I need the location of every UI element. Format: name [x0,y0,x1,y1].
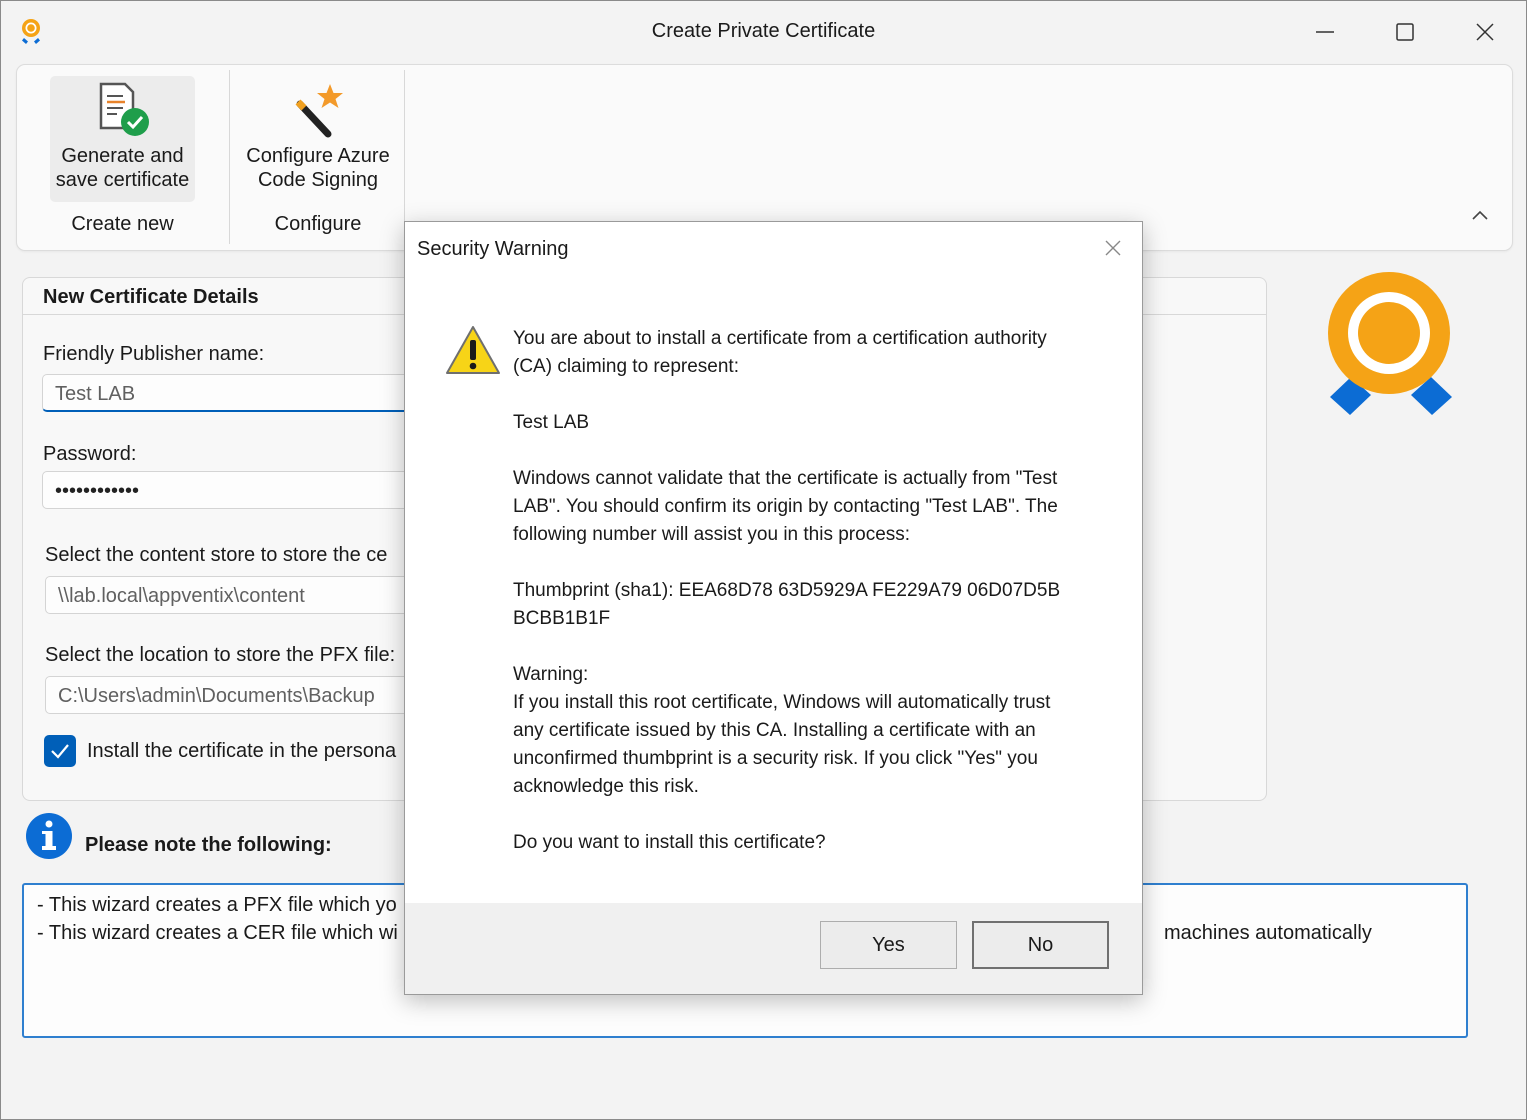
install-certificate-checkbox[interactable] [44,735,76,767]
certificate-award-icon [1328,272,1452,415]
dialog-warning-line3: unconfirmed thumbprint is a security ris… [513,748,1038,769]
password-input[interactable]: •••••••••••• [42,471,442,509]
dialog-footer: Yes No [405,903,1142,994]
dialog-warning-line4: acknowledge this risk. [513,776,699,797]
generate-save-certificate-button[interactable]: Generate and save certificate [50,76,195,202]
certificate-document-icon [99,82,149,136]
minimize-icon[interactable] [1305,13,1345,51]
note-line-2-tail: machines automatically [1164,922,1372,944]
configure-label-2: Code Signing [257,169,379,191]
ribbon-separator [229,70,230,244]
no-button[interactable]: No [972,921,1109,969]
generate-label-2: save certificate [55,169,190,191]
ribbon-group-configure: Configure [274,213,362,235]
pfx-location-label: Select the location to store the PFX fil… [45,644,396,666]
yes-button[interactable]: Yes [820,921,957,969]
dialog-warning-line2: any certificate issued by this CA. Insta… [513,720,1036,741]
dialog-question: Do you want to install this certificate? [513,832,826,853]
password-label: Password: [43,443,137,465]
configure-azure-code-signing-button[interactable]: Configure Azure Code Signing [237,76,399,202]
magic-wand-icon [295,84,343,138]
install-certificate-label: Install the certificate in the persona [87,740,397,762]
dialog-thumbprint-line2: BCBB1B1F [513,608,611,629]
dialog-title: Security Warning [417,238,569,260]
note-line-2: - This wizard creates a CER file which w… [37,922,398,944]
content-store-input[interactable]: \\lab.local\appventix\content [45,576,445,614]
dialog-para2-line1: Windows cannot validate that the certifi… [513,468,1058,489]
note-title: Please note the following: [85,834,332,856]
security-warning-dialog: Security Warning You are about to instal… [404,221,1143,995]
note-line-1: - This wizard creates a PFX file which y… [37,894,397,916]
ribbon-group-create-new: Create new [71,213,174,235]
content-store-label: Select the content store to store the ce [45,544,388,566]
dialog-warning-heading: Warning: [513,664,589,685]
dialog-para2-line2: LAB". You should confirm its origin by c… [513,496,1058,517]
dialog-para1-line2: (CA) claiming to represent: [513,356,739,377]
dialog-para2-line3: following number will assist you in this… [513,524,911,545]
window-title: Create Private Certificate [651,20,876,42]
configure-label-1: Configure Azure [246,145,390,167]
chevron-up-icon[interactable] [1467,203,1493,229]
dialog-close-icon[interactable] [1102,237,1124,259]
warning-icon [446,326,500,374]
publisher-label: Friendly Publisher name: [43,343,265,365]
title-bar: Create Private Certificate [1,1,1526,63]
dialog-thumbprint-line1: Thumbprint (sha1): EEA68D78 63D5929A FE2… [513,580,1061,601]
generate-label-1: Generate and [61,145,184,167]
dialog-para1-line1: You are about to install a certificate f… [513,328,1047,349]
maximize-icon[interactable] [1385,13,1425,51]
dialog-subject: Test LAB [513,412,590,433]
details-title: New Certificate Details [43,286,259,308]
dialog-warning-line1: If you install this root certificate, Wi… [513,692,1051,713]
checkmark-icon [51,744,69,759]
publisher-input[interactable]: Test LAB [42,374,442,412]
ribbon-separator [404,70,405,244]
main-window: Create Private Certificate Generate and … [0,0,1527,1120]
close-icon[interactable] [1465,13,1505,51]
pfx-location-input[interactable]: C:\Users\admin\Documents\Backup [45,676,445,714]
info-icon [26,813,72,859]
